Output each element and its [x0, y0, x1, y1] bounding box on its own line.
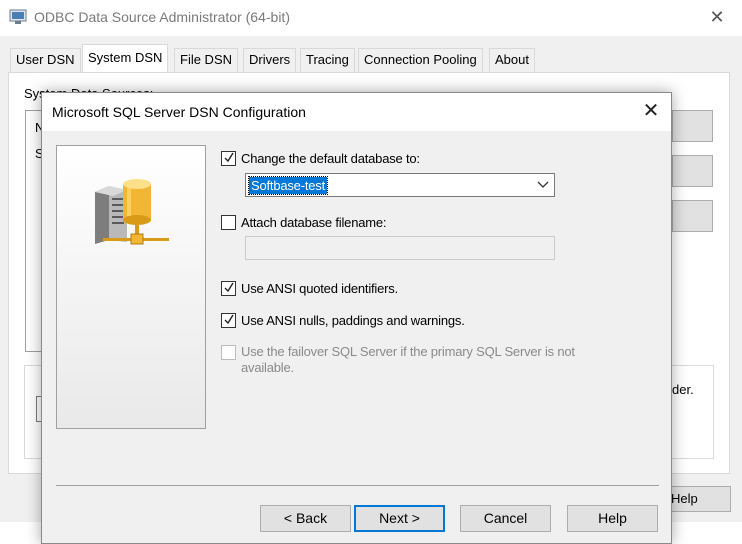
tab-about[interactable]: About — [489, 48, 535, 72]
odbc-close-icon[interactable]: ✕ — [708, 7, 726, 27]
ansi-quoted-label: Use ANSI quoted identifiers. — [241, 281, 398, 296]
help-button[interactable]: Help — [567, 505, 658, 532]
ansi-nulls-row: Use ANSI nulls, paddings and warnings. — [221, 311, 541, 331]
dialog-close-icon[interactable]: ✕ — [640, 100, 662, 122]
ansi-nulls-checkbox[interactable] — [221, 313, 236, 328]
tab-system-dsn[interactable]: System DSN — [82, 44, 169, 72]
dsn-configuration-dialog: Microsoft SQL Server DSN Configuration ✕ — [41, 92, 672, 544]
ansi-quoted-checkbox[interactable] — [221, 281, 236, 296]
attach-db-checkbox[interactable] — [221, 215, 236, 230]
odbc-title-bar: ODBC Data Source Administrator (64-bit) … — [0, 0, 742, 36]
change-default-db-label: Change the default database to: — [241, 151, 420, 166]
dialog-title-bar: Microsoft SQL Server DSN Configuration ✕ — [42, 93, 671, 131]
wizard-image-panel — [56, 145, 206, 429]
server-database-icon — [95, 179, 169, 245]
ansi-nulls-label: Use ANSI nulls, paddings and warnings. — [241, 313, 465, 328]
chevron-down-icon — [537, 181, 549, 188]
change-default-db-row: Change the default database to: — [221, 149, 541, 169]
failover-label: Use the failover SQL Server if the prima… — [241, 344, 575, 375]
attach-db-filename-field[interactable] — [245, 236, 555, 260]
odbc-window-title: ODBC Data Source Administrator (64-bit) — [34, 9, 290, 25]
dialog-separator — [56, 485, 659, 486]
attach-db-label: Attach database filename: — [241, 215, 387, 230]
checkmark-icon — [224, 152, 234, 163]
cancel-button[interactable]: Cancel — [460, 505, 551, 532]
configure-button[interactable] — [672, 200, 713, 232]
back-button[interactable]: < Back — [260, 505, 351, 532]
tab-drivers[interactable]: Drivers — [243, 48, 297, 72]
next-button[interactable]: Next > — [354, 505, 445, 532]
default-database-value: Softbase-test — [248, 176, 328, 195]
failover-row: Use the failover SQL Server if the prima… — [221, 343, 621, 377]
add-button[interactable] — [672, 110, 713, 142]
info-description-text: der. — [672, 382, 694, 397]
default-database-select[interactable]: Softbase-test — [245, 173, 555, 197]
change-default-db-checkbox[interactable] — [221, 151, 236, 166]
odbc-app-icon — [9, 9, 27, 24]
ansi-quoted-row: Use ANSI quoted identifiers. — [221, 279, 541, 299]
checkmark-icon — [224, 282, 234, 293]
checkmark-icon — [224, 314, 234, 325]
tab-file-dsn[interactable]: File DSN — [174, 48, 239, 72]
tab-user-dsn[interactable]: User DSN — [10, 48, 81, 72]
tab-connection-pooling[interactable]: Connection Pooling — [358, 48, 483, 72]
tab-tracing[interactable]: Tracing — [300, 48, 355, 72]
dialog-title: Microsoft SQL Server DSN Configuration — [52, 104, 306, 120]
attach-db-row: Attach database filename: — [221, 213, 541, 233]
failover-checkbox — [221, 345, 236, 360]
remove-button[interactable] — [672, 155, 713, 187]
